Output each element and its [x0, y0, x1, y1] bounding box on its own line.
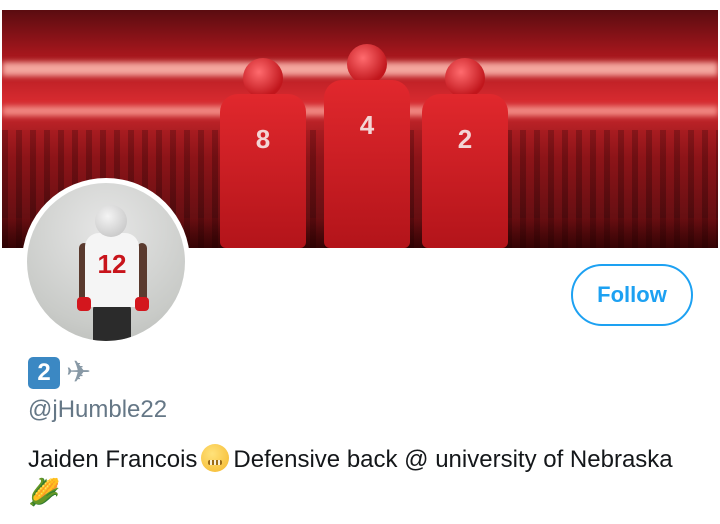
jersey-number: 8: [255, 124, 271, 154]
uniform: [220, 94, 306, 248]
player-helmet: [95, 205, 127, 237]
profile-avatar[interactable]: 12: [22, 178, 190, 346]
jersey-number: 2: [457, 124, 473, 154]
follow-button[interactable]: Follow: [571, 264, 693, 326]
helmet: [243, 58, 283, 98]
profile-bio: Jaiden Francois Defensive back @ universi…: [28, 444, 708, 476]
bio-name-text: Jaiden Francois: [28, 446, 198, 473]
zipper-mouth-face-icon: [201, 444, 230, 472]
display-name: 2 ✈: [28, 355, 91, 391]
avatar-photo: 12: [27, 183, 185, 341]
banner-player: 8: [220, 58, 306, 248]
banner-player: 2: [422, 58, 508, 248]
corn-icon: 🌽: [28, 478, 61, 508]
uniform: [422, 94, 508, 248]
avatar-jersey-number: 12: [97, 249, 127, 279]
banner-player: 4: [324, 44, 410, 248]
keycap-2-icon: 2: [28, 357, 60, 389]
player-glove: [77, 297, 91, 311]
helmet: [445, 58, 485, 98]
player-legs: [93, 305, 131, 341]
jersey-number: 4: [359, 110, 375, 140]
helmet: [347, 44, 387, 84]
airplane-icon: ✈: [66, 355, 92, 390]
uniform: [324, 80, 410, 248]
player-glove: [135, 297, 149, 311]
user-handle: @jHumble22: [28, 396, 168, 423]
bio-description-text: Defensive back @ university of Nebraska: [233, 446, 673, 473]
